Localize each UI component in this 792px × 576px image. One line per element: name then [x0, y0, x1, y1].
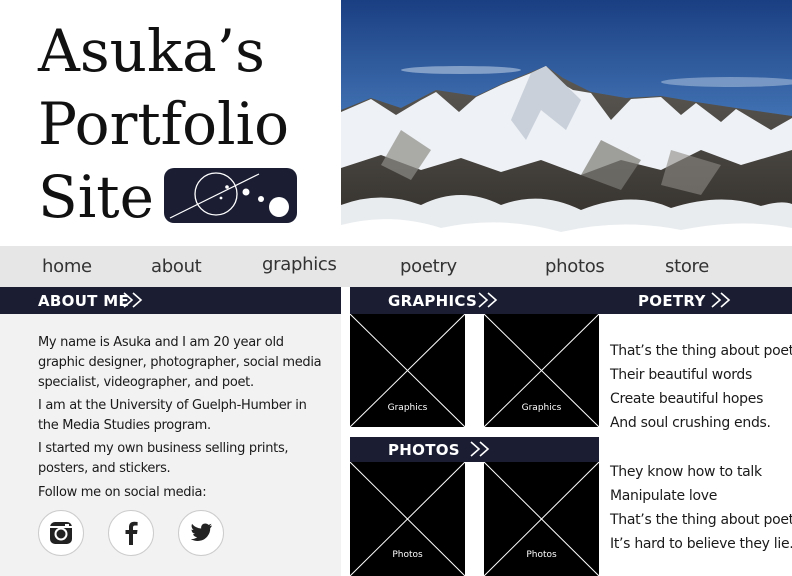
poem-line: It’s hard to believe they lie. [610, 536, 792, 552]
graphics-thumbnail[interactable]: Graphics [350, 314, 465, 427]
poetry-section-title: POETRY [638, 292, 706, 310]
photos-thumbnail[interactable]: Photos [484, 462, 599, 576]
site-title-line-2: Portfolio [38, 90, 290, 158]
twitter-icon [190, 523, 212, 541]
facebook-icon [125, 521, 138, 545]
about-text-intro: My name is Asuka and I am 20 year old gr… [38, 335, 322, 390]
mountain-peaks-photo [341, 0, 792, 246]
main-nav: home about graphics poetry photos store [0, 246, 792, 287]
poem-line: That’s the thing about poets [610, 512, 792, 528]
poem-line: Manipulate love [610, 488, 718, 504]
logo-badge [164, 168, 297, 223]
double-chevron-right-icon [123, 292, 143, 308]
twitter-link[interactable] [178, 510, 224, 556]
graphics-section-title: GRAPHICS [388, 292, 478, 310]
about-text-school: I am at the University of Guelph-Humber … [38, 398, 307, 433]
photos-thumbnail[interactable]: Photos [350, 462, 465, 576]
instagram-icon [50, 522, 72, 544]
graphics-section-header: GRAPHICS [350, 287, 599, 314]
logo-mark-icon [169, 172, 289, 219]
about-section-header: ABOUT ME [0, 287, 341, 314]
facebook-link[interactable] [108, 510, 154, 556]
thumbnail-caption: Photos [392, 550, 423, 560]
poem-line: And soul crushing ends. [610, 415, 771, 431]
double-chevron-right-icon [711, 292, 731, 308]
nav-item-about[interactable]: about [151, 256, 202, 277]
nav-item-store[interactable]: store [665, 256, 709, 277]
about-text-business: I started my own business selling prints… [38, 441, 289, 476]
thumbnail-caption: Graphics [387, 403, 428, 413]
poem-line: Create beautiful hopes [610, 391, 764, 407]
nav-item-home[interactable]: home [42, 256, 92, 277]
nav-item-poetry[interactable]: poetry [400, 256, 457, 277]
about-section-title: ABOUT ME [38, 292, 130, 310]
photos-section-title: PHOTOS [388, 441, 460, 459]
site-title-line-3: Site [38, 163, 154, 231]
thumbnail-caption: Photos [526, 550, 557, 560]
poem-line: Their beautiful words [610, 367, 753, 383]
thumbnail-caption: Graphics [521, 403, 562, 413]
double-chevron-right-icon [470, 441, 490, 457]
graphics-thumbnail[interactable]: Graphics [484, 314, 599, 427]
double-chevron-right-icon [478, 292, 498, 308]
nav-item-graphics[interactable]: graphics [262, 254, 337, 275]
instagram-link[interactable] [38, 510, 84, 556]
site-title-line-1: Asuka’s [38, 17, 265, 85]
photos-section-header: PHOTOS [350, 437, 599, 462]
hero-image [341, 0, 792, 246]
poetry-section-header: POETRY [599, 287, 792, 314]
poem-line: They know how to talk [610, 464, 762, 480]
nav-item-photos[interactable]: photos [545, 256, 605, 277]
about-text-follow: Follow me on social media: [38, 485, 207, 500]
poem-line: That’s the thing about poets [610, 343, 792, 359]
